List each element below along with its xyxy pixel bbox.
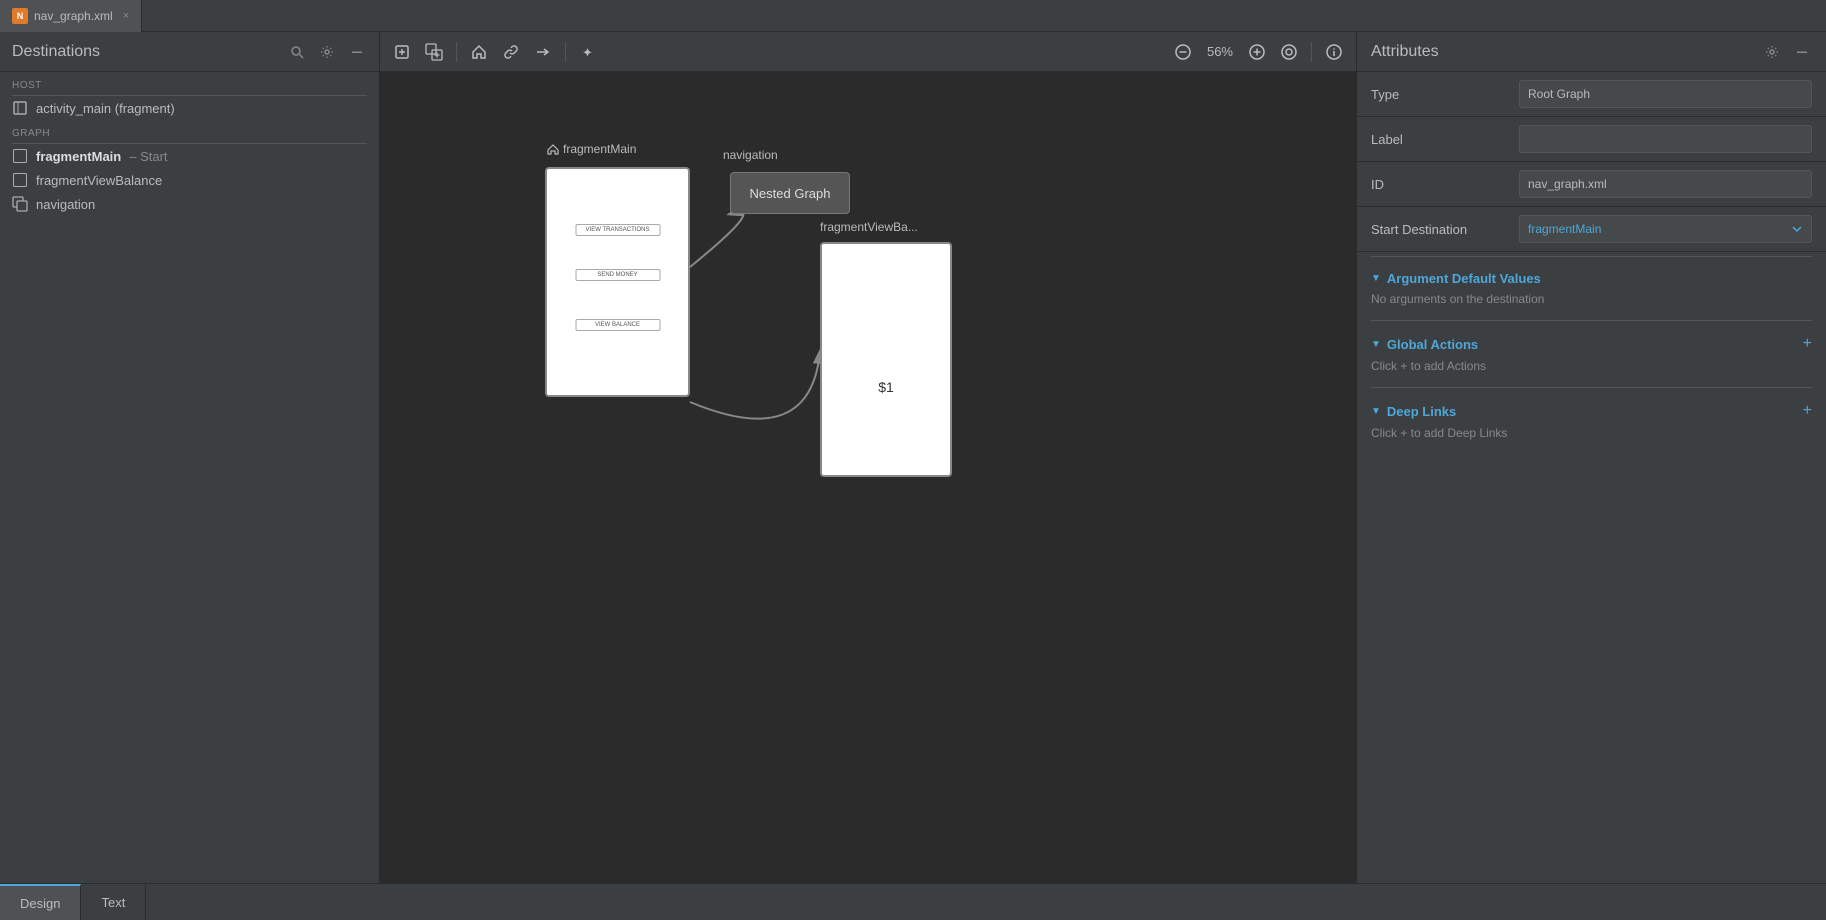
add-nested-button[interactable] xyxy=(420,38,448,66)
toolbar-divider-1 xyxy=(456,42,457,62)
activity-main-label: activity_main (fragment) xyxy=(36,101,175,116)
fragment-view-balance-canvas-label: fragmentViewBa... xyxy=(820,220,918,234)
toolbar-divider-2 xyxy=(565,42,566,62)
zoom-in-button[interactable] xyxy=(1243,38,1271,66)
zoom-out-button[interactable] xyxy=(1169,38,1197,66)
label-label: Label xyxy=(1371,132,1511,147)
graph-section-label: GRAPH xyxy=(0,120,379,143)
tab-bar: N nav_graph.xml × xyxy=(0,0,1826,32)
svg-text:✦: ✦ xyxy=(582,45,593,60)
send-money-btn: SEND MONEY xyxy=(575,269,660,281)
tab-design[interactable]: Design xyxy=(0,884,81,920)
collapse-left-icon[interactable] xyxy=(347,42,367,62)
dollar-amount: $1 xyxy=(878,379,894,395)
toolbar-divider-3 xyxy=(1311,42,1312,62)
zoom-level: 56% xyxy=(1201,44,1239,59)
left-panel: Destinations xyxy=(0,32,380,883)
view-balance-btn: VIEW BALANCE xyxy=(575,319,660,331)
auto-arrange-button[interactable] xyxy=(1275,38,1303,66)
deeplinks-chevron: ▼ xyxy=(1371,406,1381,417)
navigation-name: navigation xyxy=(36,197,95,212)
canvas-content[interactable]: fragmentMain VIEW TRANSACTIONS SEND MONE… xyxy=(380,72,1356,883)
global-chevron: ▼ xyxy=(1371,339,1381,350)
arg-chevron: ▼ xyxy=(1371,273,1381,284)
arg-section-header: ▼ Argument Default Values xyxy=(1357,261,1826,292)
destinations-title: Destinations xyxy=(12,43,100,61)
host-section-label: HOST xyxy=(0,72,379,95)
label-row: Label xyxy=(1357,117,1826,162)
right-panel-divider-2 xyxy=(1371,320,1812,321)
global-actions-body: Click + to add Actions xyxy=(1357,359,1826,383)
main-layout: Destinations xyxy=(0,32,1826,883)
left-panel-header: Destinations xyxy=(0,32,379,72)
view-transactions-btn: VIEW TRANSACTIONS xyxy=(575,224,660,236)
activity-icon xyxy=(12,100,28,116)
navigation-canvas-label: navigation xyxy=(723,148,778,162)
file-icon: N xyxy=(12,8,28,24)
right-panel-header: Attributes xyxy=(1357,32,1826,72)
type-label: Type xyxy=(1371,87,1511,102)
bottom-bar: Design Text xyxy=(0,883,1826,919)
fragment-main-suffix: – Start xyxy=(129,149,167,164)
deep-links-body: Click + to add Deep Links xyxy=(1357,426,1826,450)
fragment-icon xyxy=(12,148,28,164)
add-global-action-button[interactable]: + xyxy=(1803,335,1812,353)
info-button[interactable] xyxy=(1320,38,1348,66)
arg-section-body: No arguments on the destination xyxy=(1357,292,1826,316)
id-label: ID xyxy=(1371,177,1511,192)
deeplink-button[interactable] xyxy=(497,38,525,66)
arg-section-title: ▼ Argument Default Values xyxy=(1371,271,1541,286)
start-destination-row: Start Destination fragmentMain xyxy=(1357,207,1826,252)
align-button[interactable]: ✦ xyxy=(574,38,602,66)
tab-filename: nav_graph.xml xyxy=(34,9,113,23)
attributes-settings-icon[interactable] xyxy=(1762,42,1782,62)
deep-links-header: ▼ Deep Links + xyxy=(1357,392,1826,426)
right-panel-icons xyxy=(1762,42,1812,62)
canvas-arrows xyxy=(380,72,1356,883)
sidebar-item-fragment-view-balance[interactable]: fragmentViewBalance xyxy=(0,168,379,192)
tab-close-button[interactable]: × xyxy=(123,10,129,22)
search-icon[interactable] xyxy=(287,42,307,62)
right-panel-divider-3 xyxy=(1371,387,1812,388)
fragment-main-canvas-label: fragmentMain xyxy=(547,142,636,156)
sidebar-item-navigation[interactable]: navigation xyxy=(0,192,379,216)
fragment-icon-2 xyxy=(12,172,28,188)
canvas-area: ✦ 56% xyxy=(380,32,1356,883)
id-row: ID nav_graph.xml xyxy=(1357,162,1826,207)
action-button[interactable] xyxy=(529,38,557,66)
sidebar-item-fragment-main[interactable]: fragmentMain – Start xyxy=(0,144,379,168)
type-row: Type Root Graph xyxy=(1357,72,1826,117)
fragment-view-balance-card[interactable]: $1 xyxy=(820,242,952,477)
attributes-title: Attributes xyxy=(1371,43,1439,61)
nav-graph-tab[interactable]: N nav_graph.xml × xyxy=(0,0,142,32)
add-deep-link-button[interactable]: + xyxy=(1803,402,1812,420)
global-actions-title: ▼ Global Actions xyxy=(1371,337,1478,352)
fragment-main-card[interactable]: VIEW TRANSACTIONS SEND MONEY VIEW BALANC… xyxy=(545,167,690,397)
add-destination-button[interactable] xyxy=(388,38,416,66)
label-input[interactable] xyxy=(1519,125,1812,153)
right-panel-divider-1 xyxy=(1371,256,1812,257)
activity-main-item[interactable]: activity_main (fragment) xyxy=(0,96,379,120)
global-actions-header: ▼ Global Actions + xyxy=(1357,325,1826,359)
right-panel: Attributes Type Root Graph xyxy=(1356,32,1826,883)
fragment-view-balance-name: fragmentViewBalance xyxy=(36,173,162,188)
deep-links-title: ▼ Deep Links xyxy=(1371,404,1456,419)
collapse-right-icon[interactable] xyxy=(1792,42,1812,62)
start-destination-label: Start Destination xyxy=(1371,222,1511,237)
nested-graph-text: Nested Graph xyxy=(750,186,831,201)
tab-text[interactable]: Text xyxy=(81,884,146,920)
settings-icon[interactable] xyxy=(317,42,337,62)
type-value: Root Graph xyxy=(1519,80,1812,108)
home-button[interactable] xyxy=(465,38,493,66)
nested-graph-icon xyxy=(12,196,28,212)
fragment-main-name: fragmentMain xyxy=(36,149,121,164)
start-destination-select[interactable]: fragmentMain xyxy=(1519,215,1812,243)
nested-graph-box[interactable]: Nested Graph xyxy=(730,172,850,214)
id-value: nav_graph.xml xyxy=(1519,170,1812,198)
left-panel-icons xyxy=(287,42,367,62)
toolbar: ✦ 56% xyxy=(380,32,1356,72)
